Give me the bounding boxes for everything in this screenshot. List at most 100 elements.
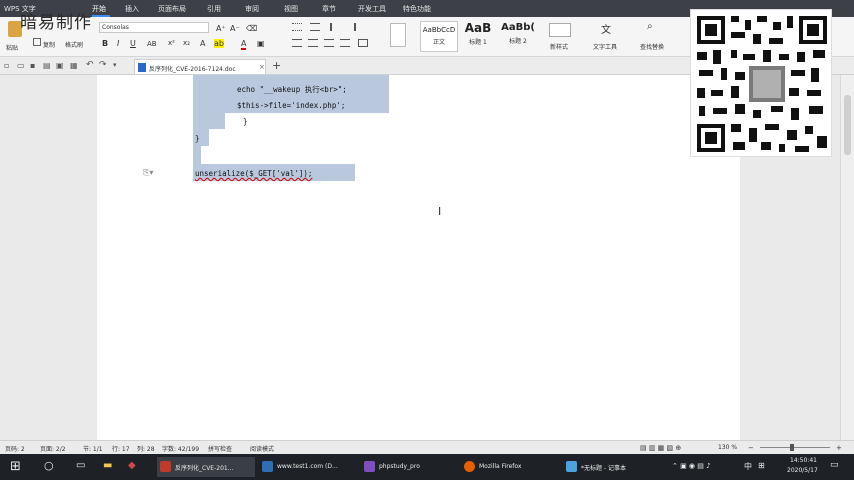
document-page[interactable]: echo "__wakeup 执行<br>"; $this->file='ind… <box>97 75 740 440</box>
subscript-icon[interactable]: x₂ <box>183 39 190 47</box>
tab-view[interactable]: 视图 <box>284 4 298 14</box>
paragraph-handle-icon[interactable]: ⎘▾ <box>143 168 153 178</box>
style-heading-1-sample: AaB <box>464 21 492 35</box>
shrink-font-icon[interactable]: A⁻ <box>230 24 240 33</box>
tab-home[interactable]: 开始 <box>92 4 106 14</box>
taskbar-item-notepad[interactable]: *无标题 - 记事本 <box>563 457 661 477</box>
code-line: echo "__wakeup 执行<br>"; <box>237 85 347 94</box>
export-icon[interactable]: ▦ <box>70 61 78 70</box>
style-heading-2[interactable]: AaBb( 标题 2 <box>498 21 538 52</box>
zoom-slider[interactable] <box>760 447 830 448</box>
line-spacing-icon[interactable] <box>358 39 368 47</box>
copy-button[interactable]: 复制 <box>43 40 55 49</box>
code-line: unserialize($_GET['val']); <box>195 169 313 178</box>
file-explorer-icon[interactable]: ▬ <box>103 460 112 471</box>
grow-font-icon[interactable]: A⁺ <box>216 24 226 33</box>
document-tab[interactable]: 反序列化_CVE-2016-7124.doc × <box>134 59 266 74</box>
highlight-icon[interactable]: ab <box>214 39 224 48</box>
text-tools-icon[interactable]: 文 <box>601 21 611 36</box>
align-right-icon[interactable] <box>324 39 334 47</box>
strikethrough-icon[interactable]: AB <box>147 40 157 48</box>
zoom-slider-thumb[interactable] <box>790 444 794 451</box>
clock-date[interactable]: 2020/5/17 <box>787 467 818 474</box>
font-color-icon[interactable]: A <box>241 39 247 50</box>
pinned-app-icon[interactable]: ◆ <box>128 460 136 471</box>
taskbar-item-firefox[interactable]: Mozilla Firefox <box>461 457 559 477</box>
new-style-icon[interactable] <box>549 23 571 37</box>
text-effect-icon[interactable]: A <box>200 39 205 48</box>
reading-mode-button[interactable]: 阅读模式 <box>250 444 274 453</box>
tab-references[interactable]: 引用 <box>207 4 221 14</box>
taskbar-item-wps[interactable]: 反序列化_CVE-201... <box>157 457 255 477</box>
format-painter-button[interactable]: 格式刷 <box>65 40 83 49</box>
input-mode-icon[interactable]: ⊞ <box>758 461 765 470</box>
save-icon[interactable]: ▪ <box>30 61 35 70</box>
zoom-in-icon[interactable]: + <box>836 444 842 452</box>
tray-icons[interactable]: ⌃ ▣ ◉ ▤ ♪ <box>672 462 711 470</box>
tab-chapter[interactable]: 章节 <box>322 4 336 14</box>
tab-page-layout[interactable]: 页面布局 <box>158 4 186 14</box>
find-replace-button[interactable]: 查找替换 <box>640 42 664 51</box>
bold-icon[interactable]: B <box>102 39 108 48</box>
status-words[interactable]: 字数: 42/199 <box>162 444 199 453</box>
new-tab-icon[interactable]: + <box>272 59 281 72</box>
search-icon[interactable]: ○ <box>44 459 54 472</box>
bullets-icon[interactable] <box>292 23 302 31</box>
tab-features[interactable]: 特色功能 <box>403 4 431 14</box>
copy-icon[interactable] <box>33 38 41 46</box>
undo-icon[interactable]: ↶ <box>86 60 94 70</box>
status-section: 节: 1/1 <box>83 446 103 453</box>
align-left-icon[interactable] <box>292 39 302 47</box>
word-doc-icon <box>138 63 146 72</box>
redo-icon[interactable]: ↷ <box>99 60 107 70</box>
start-windows-icon[interactable]: ⊞ <box>10 459 21 474</box>
code-line: $this->file='index.php'; <box>237 101 346 110</box>
print-icon[interactable]: ▤ <box>43 61 51 70</box>
style-normal[interactable]: AaBbCcD 正文 <box>420 21 458 52</box>
tab-review[interactable]: 审阅 <box>245 4 259 14</box>
superscript-icon[interactable]: x² <box>168 39 175 47</box>
customize-qat-icon[interactable]: ▾ <box>113 61 117 69</box>
vertical-scrollbar[interactable] <box>840 75 854 440</box>
underline-icon[interactable]: U <box>130 39 136 48</box>
zoom-value[interactable]: 130 % <box>718 444 737 451</box>
view-mode-icons[interactable]: ▤ ▥ ▦ ▧ ⊕ <box>640 444 681 452</box>
spell-check-button[interactable]: 拼写检查 <box>208 444 232 453</box>
style-normal-sample: AaBbCcD <box>422 26 456 34</box>
justify-icon[interactable] <box>340 39 350 47</box>
notification-icon[interactable]: ▭ <box>830 460 839 470</box>
wps-icon <box>160 461 171 472</box>
scrollbar-thumb[interactable] <box>844 95 851 155</box>
decrease-indent-icon[interactable] <box>330 23 340 31</box>
clock-time[interactable]: 14:50:41 <box>790 457 817 464</box>
font-name-select[interactable]: Consolas <box>99 22 209 33</box>
tab-developer[interactable]: 开发工具 <box>358 4 386 14</box>
taskbar-item-phpstudy[interactable]: phpstudy_pro <box>361 457 457 477</box>
increase-indent-icon[interactable] <box>346 23 356 31</box>
open-icon[interactable]: ▭ <box>17 61 25 70</box>
document-tab-title: 反序列化_CVE-2016-7124.doc <box>149 66 236 73</box>
task-view-icon[interactable]: ▭ <box>76 460 85 471</box>
tab-insert[interactable]: 插入 <box>125 4 139 14</box>
find-icon[interactable]: ⌕ <box>647 21 653 32</box>
close-tab-icon[interactable]: × <box>259 63 265 71</box>
taskbar-item-browser[interactable]: www.test1.com (D... <box>259 457 357 477</box>
firefox-icon <box>464 461 475 472</box>
status-row: 行: 17 <box>112 446 130 453</box>
notepad-icon <box>566 461 577 472</box>
clear-format-icon[interactable]: ⌫ <box>246 24 257 33</box>
text-tools-button[interactable]: 文字工具 <box>593 42 617 51</box>
preview-icon[interactable]: ▣ <box>56 61 64 70</box>
code-line: } <box>243 117 248 126</box>
zoom-out-icon[interactable]: − <box>748 444 754 452</box>
new-style-button[interactable]: 新样式 <box>550 42 568 51</box>
char-shading-icon[interactable]: ▣ <box>257 39 265 48</box>
ime-indicator[interactable]: 中 <box>744 461 752 472</box>
table-icon[interactable] <box>390 23 406 47</box>
numbering-icon[interactable] <box>310 23 320 31</box>
style-heading-2-sample: AaBb( <box>501 22 535 33</box>
new-doc-icon[interactable]: ▫ <box>4 61 9 70</box>
italic-icon[interactable]: I <box>117 39 119 48</box>
style-heading-1[interactable]: AaB 标题 1 <box>460 21 496 52</box>
align-center-icon[interactable] <box>308 39 318 47</box>
